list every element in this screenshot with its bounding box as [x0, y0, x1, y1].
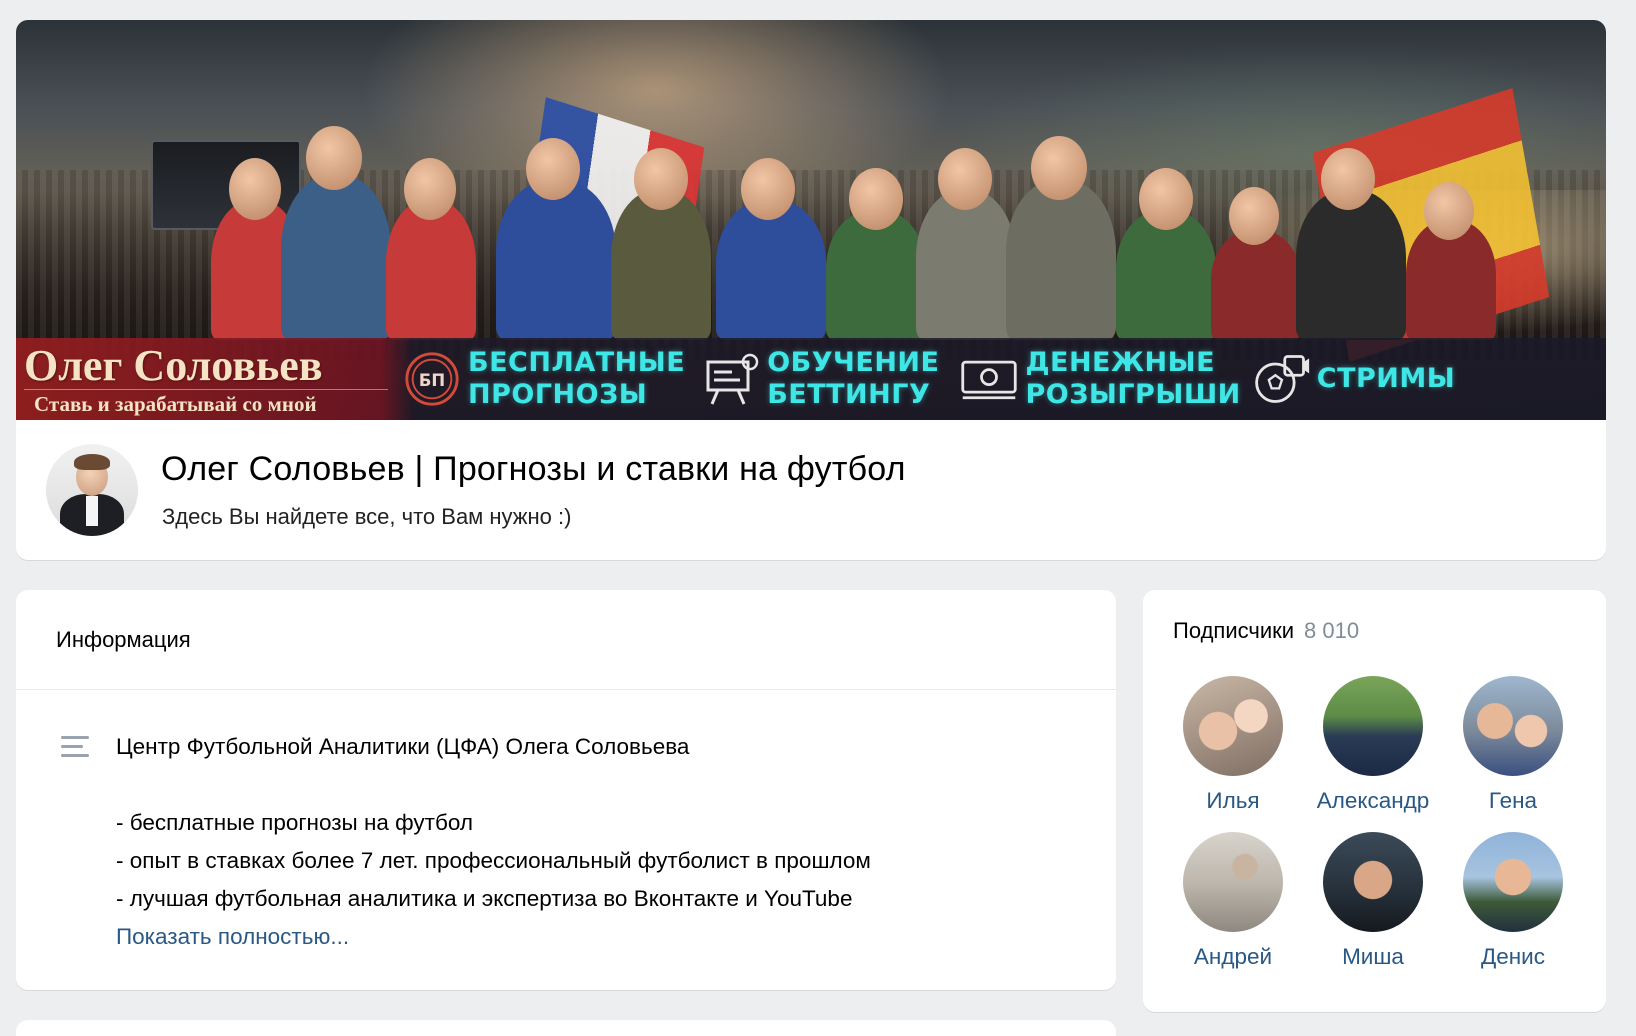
info-header-title: Информация [56, 626, 191, 652]
presentation-board-icon [701, 349, 761, 409]
group-header-card: Олег Соловьев Ставь и зарабатывай со мно… [16, 20, 1606, 560]
page: Олег Соловьев Ставь и зарабатывай со мно… [0, 0, 1636, 1036]
subscriber-name[interactable]: Гена [1489, 788, 1537, 822]
brand-title: Олег Соловьев [24, 340, 323, 390]
next-card [16, 1020, 1116, 1036]
subscriber-name[interactable]: Александр [1317, 788, 1430, 822]
description-lines-icon [61, 736, 89, 760]
description-line: - опыт в ставках более 7 лет. профессион… [116, 848, 871, 873]
brand-block: Олег Соловьев Ставь и зарабатывай со мно… [16, 338, 388, 420]
subscriber-name[interactable]: Миша [1342, 944, 1404, 978]
subscribers-label: Подписчики [1173, 618, 1295, 643]
feature-text-free-predictions: БЕСПЛАТНЫЕ ПРОГНОЗЫ [468, 347, 686, 410]
group-info: Олег Соловьев | Прогнозы и ставки на фут… [16, 420, 1606, 560]
subscriber-name[interactable]: Денис [1481, 944, 1545, 978]
subscribers-grid: Илья Александр Гена Андрей Миша Денис [1163, 676, 1593, 978]
video-camera-ball-icon [1251, 349, 1311, 409]
bp-badge-text: БП [419, 371, 445, 390]
subscriber-item[interactable]: Гена [1443, 676, 1583, 822]
subscriber-item[interactable]: Александр [1303, 676, 1443, 822]
description-line: - бесплатные прогнозы на футбол [116, 810, 474, 835]
description-line: Центр Футбольной Аналитики (ЦФА) Олега С… [116, 734, 690, 759]
feature-cash-giveaways: ДЕНЕЖНЫЕ РОЗЫГРЫШИ [959, 338, 1240, 420]
cover-image[interactable]: Олег Соловьев Ставь и зарабатывай со мно… [16, 20, 1606, 420]
show-more-link[interactable]: Показать полностью... [116, 918, 1116, 956]
feature-betting-training: ОБУЧЕНИЕ БЕТТИНГУ [701, 338, 939, 420]
subscriber-item[interactable]: Илья [1163, 676, 1303, 822]
info-body: Центр Футбольной Аналитики (ЦФА) Олега С… [16, 690, 1116, 956]
cover-banner: Олег Соловьев Ставь и зарабатывай со мно… [16, 338, 1606, 420]
group-status: Здесь Вы найдете все, что Вам нужно :) [162, 504, 572, 529]
description-gap [116, 766, 1116, 804]
subscriber-item[interactable]: Андрей [1163, 832, 1303, 978]
subscriber-item[interactable]: Денис [1443, 832, 1583, 978]
subscriber-avatar[interactable] [1183, 832, 1283, 932]
description-line: - лучшая футбольная аналитика и эксперти… [116, 886, 853, 911]
info-card: Информация Центр Футбольной Аналитики (Ц… [16, 590, 1116, 990]
bp-badge-icon: БП [402, 349, 462, 409]
feature-text-betting-training: ОБУЧЕНИЕ БЕТТИНГУ [767, 347, 940, 410]
subscriber-avatar[interactable] [1323, 832, 1423, 932]
feature-streams: СТРИМЫ [1251, 338, 1455, 420]
subscribers-header[interactable]: Подписчики 8 010 [1173, 618, 1359, 644]
subscriber-avatar[interactable] [1463, 676, 1563, 776]
subscribers-count: 8 010 [1304, 618, 1360, 643]
subscribers-card: Подписчики 8 010 Илья Александр Гена Андр… [1143, 590, 1606, 1012]
group-title: Олег Соловьев | Прогнозы и ставки на фут… [161, 450, 906, 488]
money-bill-icon [959, 349, 1019, 409]
subscriber-avatar[interactable] [1323, 676, 1423, 776]
brand-subtitle: Ставь и зарабатывай со мной [24, 388, 388, 416]
subscriber-item[interactable]: Миша [1303, 832, 1443, 978]
cover-crowd [16, 126, 1606, 340]
feature-text-cash-giveaways: ДЕНЕЖНЫЕ РОЗЫГРЫШИ [1025, 347, 1241, 410]
subscriber-avatar[interactable] [1183, 676, 1283, 776]
feature-free-predictions: БП БЕСПЛАТНЫЕ ПРОГНОЗЫ [402, 338, 685, 420]
info-header: Информация [16, 590, 1116, 690]
group-avatar[interactable] [46, 444, 138, 536]
subscriber-name[interactable]: Илья [1206, 788, 1259, 822]
subscriber-name[interactable]: Андрей [1194, 944, 1272, 978]
feature-text-streams: СТРИМЫ [1316, 363, 1456, 394]
subscriber-avatar[interactable] [1463, 832, 1563, 932]
